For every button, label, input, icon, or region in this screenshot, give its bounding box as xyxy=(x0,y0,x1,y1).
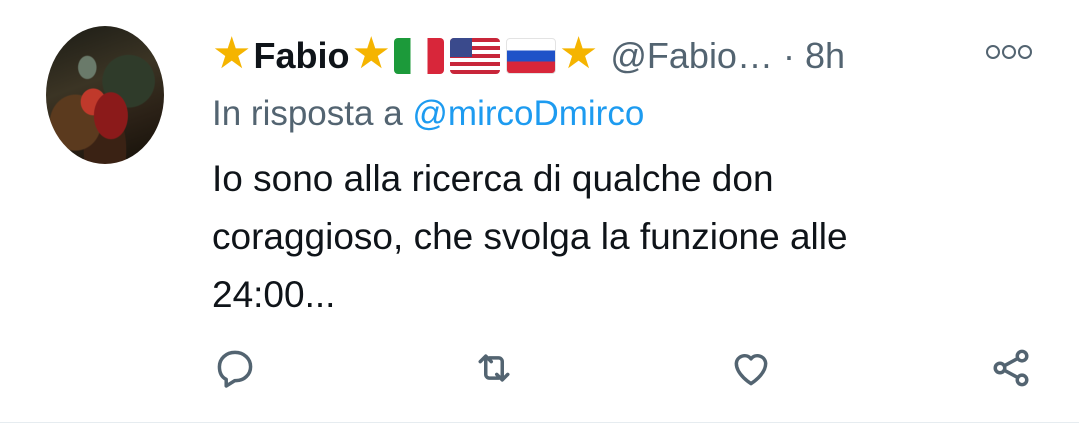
russia-flag-icon xyxy=(505,38,556,74)
more-dot xyxy=(1018,45,1032,59)
reply-icon xyxy=(217,350,253,388)
reply-context-prefix: In risposta a xyxy=(212,94,403,133)
more-options-icon[interactable] xyxy=(986,38,1032,66)
star-emoji-icon: ★ xyxy=(351,29,391,78)
separator-dot: · xyxy=(782,35,795,76)
tweet-text-line: 24:00... xyxy=(212,274,336,315)
like-icon xyxy=(734,354,768,386)
more-dot xyxy=(1002,45,1016,59)
share-icon xyxy=(993,349,1029,387)
retweet-icon xyxy=(478,354,510,382)
tweet-text-line: Io sono alla ricerca di qualche don xyxy=(212,158,774,199)
star-emoji-icon: ★ xyxy=(558,29,599,78)
tweet-text-line: coraggioso, che svolga la funzione alle xyxy=(212,216,848,257)
more-dot xyxy=(986,45,1000,59)
like-button[interactable] xyxy=(728,345,774,391)
display-name[interactable]: Fabio xyxy=(253,35,349,77)
divider xyxy=(0,422,1079,423)
italy-flag-icon xyxy=(393,38,444,74)
timestamp[interactable]: 8h xyxy=(805,35,845,77)
avatar[interactable] xyxy=(46,26,164,164)
mention-link[interactable]: @mircoDmirco xyxy=(412,94,644,133)
action-bar xyxy=(0,345,1079,395)
star-emoji-icon: ★ xyxy=(212,29,252,78)
tweet-header: ★ Fabio ★ ★ @Fabio… · 8h xyxy=(212,28,845,84)
tweet[interactable]: ★ Fabio ★ ★ @Fabio… · 8h In risposta a @… xyxy=(0,0,1079,432)
reply-button[interactable] xyxy=(212,345,258,391)
usa-flag-icon xyxy=(449,38,500,74)
tweet-text: Io sono alla ricerca di qualche don cora… xyxy=(212,150,972,324)
share-button[interactable] xyxy=(988,345,1034,391)
retweet-button[interactable] xyxy=(471,345,517,391)
reply-context: In risposta a @mircoDmirco xyxy=(212,94,644,134)
user-handle[interactable]: @Fabio… xyxy=(610,35,773,77)
